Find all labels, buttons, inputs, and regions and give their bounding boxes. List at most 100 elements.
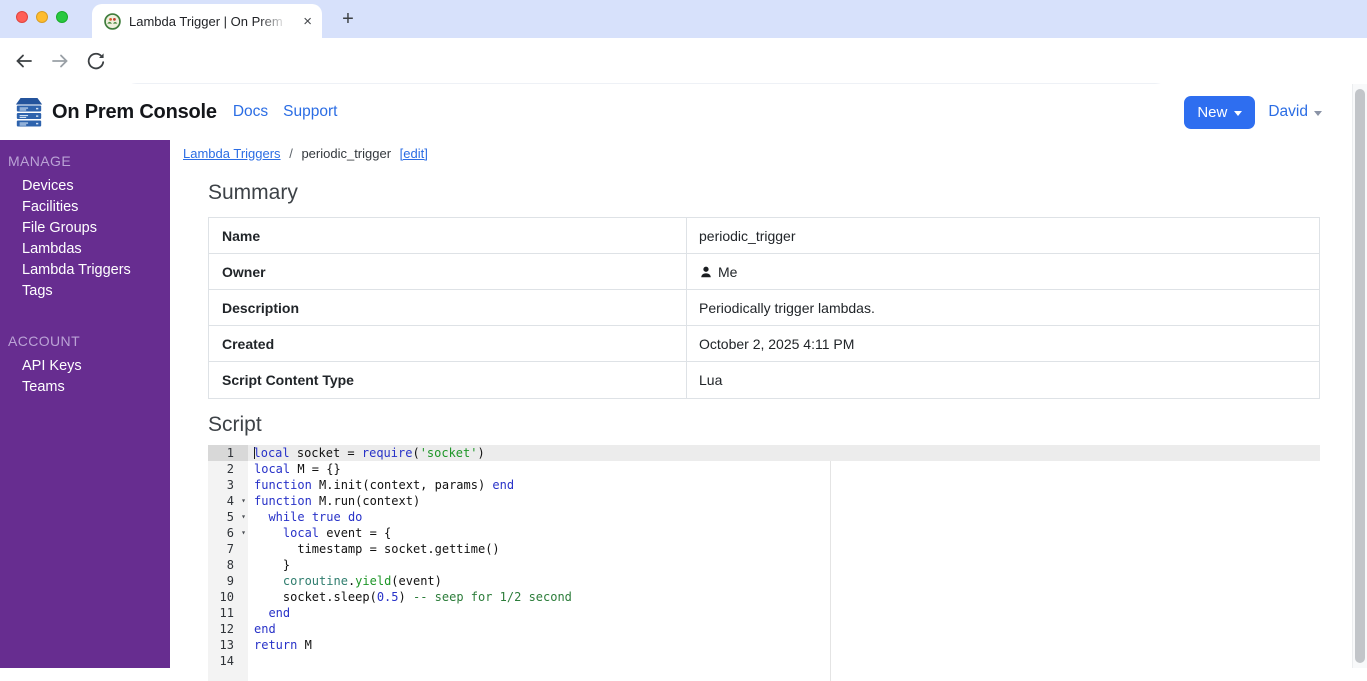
line-number: 4 ▾ xyxy=(208,493,248,509)
zoom-window-button[interactable] xyxy=(56,11,68,23)
sidebar-section-title: MANAGE xyxy=(8,153,72,169)
close-window-button[interactable] xyxy=(16,11,28,23)
sidebar-item-lambda-triggers[interactable]: Lambda Triggers xyxy=(0,260,170,281)
line-number: 12 xyxy=(208,621,248,637)
sidebar-item-facilities[interactable]: Facilities xyxy=(0,197,170,218)
row-label: Script Content Type xyxy=(209,362,687,398)
main-content: Lambda Triggers / periodic_trigger [edit… xyxy=(170,140,1352,681)
table-row: Script Content Type Lua xyxy=(209,362,1319,398)
code-line[interactable]: 13 return M xyxy=(208,637,1320,653)
row-value: Me xyxy=(687,254,1319,289)
line-number: 13 xyxy=(208,637,248,653)
sidebar-item-teams[interactable]: Teams xyxy=(0,377,170,398)
line-number: 1 xyxy=(208,445,248,461)
code-text: end xyxy=(268,606,291,620)
row-value-text: periodic_trigger xyxy=(699,227,796,244)
sidebar-nav: MANAGE Devices Facilities File Groups Lambda… xyxy=(0,140,170,668)
tab-title: Lambda Trigger | On Prem Co xyxy=(129,13,287,29)
table-row: Owner Me xyxy=(209,254,1319,290)
table-row: Created October 2, 2025 4:11 PM xyxy=(209,326,1319,362)
code-line[interactable]: 3 function M.init(context, params) end xyxy=(208,477,1320,493)
close-tab-icon[interactable]: × xyxy=(303,14,312,29)
header-nav: Docs Support xyxy=(233,103,338,121)
app-title: On Prem Console xyxy=(52,100,217,123)
app-header: On Prem Console Docs Support New David xyxy=(0,84,1352,140)
scrollbar-track[interactable] xyxy=(1352,84,1367,668)
line-number: 9 xyxy=(208,573,248,589)
line-number: 3 xyxy=(208,477,248,493)
code-line[interactable]: 12 end xyxy=(208,621,1320,637)
window-controls xyxy=(16,11,68,23)
back-icon[interactable] xyxy=(12,49,36,73)
code-text: socket.sleep(0.5) -- seep for 1/2 second xyxy=(254,590,572,604)
sidebar-item-tags[interactable]: Tags xyxy=(0,281,170,302)
new-tab-button[interactable]: + xyxy=(336,7,360,31)
fold-arrow-icon[interactable]: ▾ xyxy=(241,509,246,525)
breadcrumb-link-lambda-triggers[interactable]: Lambda Triggers xyxy=(183,146,281,161)
code-text: return M xyxy=(254,638,312,652)
code-text: timestamp = socket.gettime() xyxy=(254,542,500,556)
code-line[interactable]: 10 socket.sleep(0.5) -- seep for 1/2 sec… xyxy=(208,589,1320,605)
table-row: Name periodic_trigger xyxy=(209,218,1319,254)
row-value: periodic_trigger xyxy=(687,218,1319,253)
code-line[interactable]: 5 ▾ while true do xyxy=(208,509,1320,525)
breadcrumb-separator: / xyxy=(289,146,293,161)
row-value: Periodically trigger lambdas. xyxy=(687,290,1319,325)
code-line[interactable]: 8 } xyxy=(208,557,1320,573)
reload-icon[interactable] xyxy=(84,49,108,73)
code-line[interactable]: 2 local M = {} xyxy=(208,461,1320,477)
code-line[interactable]: 6 ▾ local event = { xyxy=(208,525,1320,541)
code-text: } xyxy=(254,558,291,572)
fold-arrow-icon[interactable]: ▾ xyxy=(241,525,246,541)
minimize-window-button[interactable] xyxy=(36,11,48,23)
chevron-down-icon xyxy=(1234,110,1243,116)
sidebar-item-lambdas[interactable]: Lambdas xyxy=(0,239,170,260)
code-text: coroutine.yield(event) xyxy=(282,574,442,588)
code-line[interactable]: 9 coroutine.yield(event) xyxy=(208,573,1320,589)
code-text: end xyxy=(254,622,276,636)
sidebar-section-title: ACCOUNT xyxy=(8,333,81,349)
code-editor[interactable]: 1 local socket = require('socket') 2 local … xyxy=(208,445,1320,681)
code-text: local socket = require('socket') xyxy=(248,445,485,461)
line-number: 5 ▾ xyxy=(208,509,248,525)
row-value-text: Me xyxy=(718,263,738,280)
script-heading: Script xyxy=(208,413,262,436)
edit-link[interactable]: [edit] xyxy=(400,146,428,161)
breadcrumb-current: periodic_trigger xyxy=(301,146,392,161)
sidebar-item-api-keys[interactable]: API Keys xyxy=(0,356,170,377)
code-text: function M.run(context) xyxy=(254,494,421,508)
line-number: 6 ▾ xyxy=(208,525,248,541)
line-number: 14 xyxy=(208,653,248,669)
fold-arrow-icon[interactable]: ▾ xyxy=(241,493,246,509)
code-line[interactable]: 1 local socket = require('socket') xyxy=(208,445,1320,461)
row-value: October 2, 2025 4:11 PM xyxy=(687,326,1319,361)
table-row: Description Periodically trigger lambdas. xyxy=(209,290,1319,326)
scrollbar-thumb[interactable] xyxy=(1355,89,1365,663)
nav-link-support[interactable]: Support xyxy=(283,103,337,121)
summary-table: Name periodic_trigger Owner Me Description Pe… xyxy=(208,217,1320,399)
nav-link-docs[interactable]: Docs xyxy=(233,103,268,121)
person-icon xyxy=(701,266,711,277)
user-menu[interactable]: David xyxy=(1268,103,1322,121)
code-line[interactable]: 11 end xyxy=(208,605,1320,621)
favicon xyxy=(104,12,121,30)
browser-tab[interactable]: Lambda Trigger | On Prem Co × xyxy=(92,4,322,38)
code-line[interactable]: 14 xyxy=(208,653,1320,669)
browser-tab-strip: Lambda Trigger | On Prem Co × + xyxy=(0,0,1367,38)
row-value-text: Lua xyxy=(699,372,723,388)
code-line[interactable]: 7 timestamp = socket.gettime() xyxy=(208,541,1320,557)
sidebar-item-devices[interactable]: Devices xyxy=(0,176,170,197)
sidebar-item-file-groups[interactable]: File Groups xyxy=(0,218,170,239)
app-logo-icon xyxy=(15,97,43,127)
code-text: while true do xyxy=(268,510,363,524)
row-label: Owner xyxy=(209,254,687,289)
code-text: local M = {} xyxy=(254,462,341,476)
row-value-text: October 2, 2025 4:11 PM xyxy=(699,335,855,352)
line-number: 8 xyxy=(208,557,248,573)
forward-icon[interactable] xyxy=(48,49,72,73)
code-text: local event = { xyxy=(282,526,392,540)
new-button[interactable]: New xyxy=(1184,95,1256,129)
chevron-down-icon xyxy=(1314,110,1322,116)
code-line[interactable]: 4 ▾ function M.run(context) xyxy=(208,493,1320,509)
